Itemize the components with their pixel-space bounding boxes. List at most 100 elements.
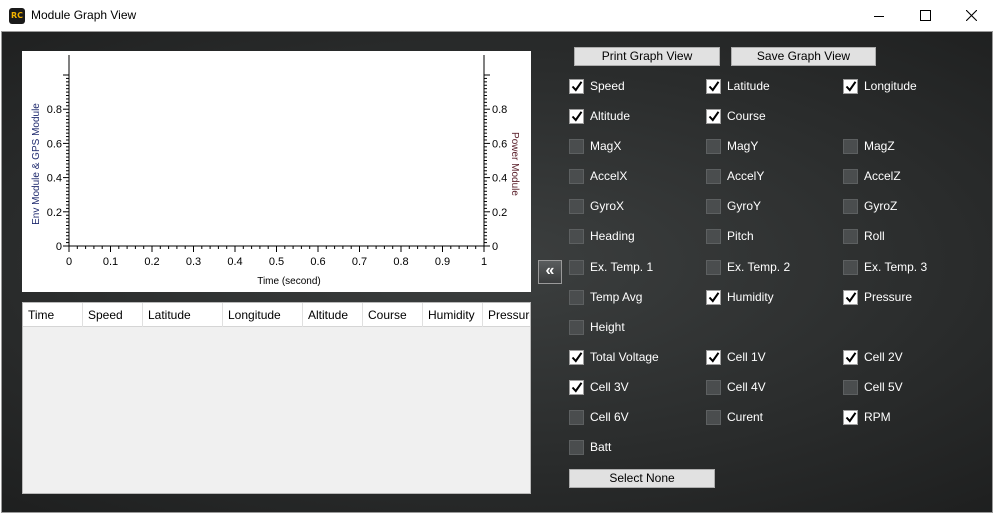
checkbox-cell-6v[interactable]: Cell 6V (569, 408, 629, 426)
checkbox-label: GyroY (727, 199, 762, 213)
checkbox-label: Roll (864, 229, 885, 243)
checkbox-empty-icon[interactable] (569, 198, 584, 214)
checkbox-cell-3v[interactable]: Cell 3V (569, 378, 629, 396)
main-panel: 0 0.1 0.2 0.3 0.4 0.5 0.6 0.7 0.8 0.9 1 0 0.2 0.4 0.6 0… (1, 31, 993, 513)
checkbox-gyrox[interactable]: GyroX (569, 197, 624, 215)
checkmark-icon[interactable] (569, 108, 584, 124)
checkbox-label: Course (727, 109, 766, 123)
checkbox-ex-temp-1[interactable]: Ex. Temp. 1 (569, 258, 653, 276)
checkmark-icon[interactable] (843, 409, 858, 425)
maximize-button[interactable] (902, 0, 948, 31)
checkbox-empty-icon[interactable] (569, 319, 584, 335)
column-header-speed[interactable]: Speed (83, 303, 143, 327)
checkbox-pitch[interactable]: Pitch (706, 227, 754, 245)
checkbox-gyroy[interactable]: GyroY (706, 197, 761, 215)
checkbox-curent[interactable]: Curent (706, 408, 763, 426)
print-graph-button[interactable]: Print Graph View (574, 47, 720, 66)
column-header-altitude[interactable]: Altitude (303, 303, 363, 327)
checkbox-empty-icon[interactable] (706, 228, 721, 244)
checkbox-pressure[interactable]: Pressure (843, 288, 912, 306)
checkmark-icon[interactable] (569, 78, 584, 94)
column-header-humidity[interactable]: Humidity (423, 303, 483, 327)
checkbox-ex-temp-2[interactable]: Ex. Temp. 2 (706, 258, 790, 276)
checkbox-longitude[interactable]: Longitude (843, 77, 917, 95)
checkbox-empty-icon[interactable] (706, 138, 721, 154)
checkbox-speed[interactable]: Speed (569, 77, 625, 95)
close-button[interactable] (948, 0, 994, 31)
checkbox-magz[interactable]: MagZ (843, 137, 895, 155)
checkbox-empty-icon[interactable] (843, 198, 858, 214)
column-header-latitude[interactable]: Latitude (143, 303, 223, 327)
checkbox-empty-icon[interactable] (706, 198, 721, 214)
checkbox-label: Temp Avg (590, 290, 643, 304)
checkbox-empty-icon[interactable] (843, 228, 858, 244)
checkbox-label: Heading (590, 229, 635, 243)
checkmark-icon[interactable] (843, 78, 858, 94)
checkbox-humidity[interactable]: Humidity (706, 288, 774, 306)
checkbox-cell-5v[interactable]: Cell 5V (843, 378, 903, 396)
save-graph-button[interactable]: Save Graph View (731, 47, 876, 66)
checkbox-label: Altitude (590, 109, 631, 123)
x-tick-label: 0.8 (393, 256, 408, 268)
checkbox-empty-icon[interactable] (843, 168, 858, 184)
checkbox-accely[interactable]: AccelY (706, 167, 764, 185)
checkbox-latitude[interactable]: Latitude (706, 77, 770, 95)
checkmark-icon[interactable] (569, 349, 584, 365)
checkbox-empty-icon[interactable] (706, 409, 721, 425)
checkbox-height[interactable]: Height (569, 318, 625, 336)
checkbox-magx[interactable]: MagX (569, 137, 621, 155)
checkbox-empty-icon[interactable] (569, 289, 584, 305)
checkbox-rpm[interactable]: RPM (843, 408, 891, 426)
checkbox-heading[interactable]: Heading (569, 227, 635, 245)
checkbox-gyroz[interactable]: GyroZ (843, 197, 897, 215)
checkmark-icon[interactable] (569, 379, 584, 395)
checkbox-cell-4v[interactable]: Cell 4V (706, 378, 766, 396)
checkmark-icon[interactable] (706, 108, 721, 124)
checkbox-empty-icon[interactable] (843, 259, 858, 275)
checkmark-icon[interactable] (706, 78, 721, 94)
y-left-tick-label: 0.2 (47, 207, 62, 219)
checkmark-icon[interactable] (843, 289, 858, 305)
checkbox-label: GyroX (590, 199, 625, 213)
checkbox-empty-icon[interactable] (569, 228, 584, 244)
checkbox-empty-icon[interactable] (569, 138, 584, 154)
checkbox-temp-avg[interactable]: Temp Avg (569, 288, 642, 306)
data-table[interactable]: Time Speed Latitude Longitude Altitude Course… (22, 302, 531, 494)
column-header-course[interactable]: Course (363, 303, 423, 327)
checkbox-cell-2v[interactable]: Cell 2V (843, 348, 903, 366)
checkbox-course[interactable]: Course (706, 107, 766, 125)
checkbox-label: Humidity (727, 290, 774, 304)
checkmark-icon[interactable] (706, 349, 721, 365)
checkbox-cell-1v[interactable]: Cell 1V (706, 348, 766, 366)
checkbox-empty-icon[interactable] (569, 409, 584, 425)
checkbox-empty-icon[interactable] (569, 439, 584, 455)
x-tick-label: 0.1 (103, 256, 118, 268)
minimize-button[interactable] (856, 0, 902, 31)
column-header-pressure[interactable]: Pressure (483, 303, 530, 327)
checkbox-empty-icon[interactable] (569, 259, 584, 275)
checkbox-total-voltage[interactable]: Total Voltage (569, 348, 659, 366)
checkbox-altitude[interactable]: Altitude (569, 107, 630, 125)
checkmark-icon[interactable] (706, 289, 721, 305)
y-right-tick-label: 0.2 (492, 207, 507, 219)
checkbox-label: Cell 3V (590, 380, 629, 394)
checkbox-accelz[interactable]: AccelZ (843, 167, 901, 185)
checkbox-magy[interactable]: MagY (706, 137, 758, 155)
checkbox-empty-icon[interactable] (843, 138, 858, 154)
checkbox-batt[interactable]: Batt (569, 438, 611, 456)
y-right-tick-label: 0.4 (492, 173, 507, 185)
column-header-longitude[interactable]: Longitude (223, 303, 303, 327)
column-header-time[interactable]: Time (23, 303, 83, 327)
checkbox-empty-icon[interactable] (843, 379, 858, 395)
checkbox-roll[interactable]: Roll (843, 227, 885, 245)
select-none-button[interactable]: Select None (569, 469, 715, 488)
checkbox-ex-temp-3[interactable]: Ex. Temp. 3 (843, 258, 927, 276)
checkbox-empty-icon[interactable] (706, 379, 721, 395)
checkbox-empty-icon[interactable] (706, 168, 721, 184)
checkbox-empty-icon[interactable] (706, 259, 721, 275)
x-tick-label: 1 (481, 256, 487, 268)
checkmark-icon[interactable] (843, 349, 858, 365)
collapse-panel-button[interactable]: « (538, 260, 562, 284)
checkbox-accelx[interactable]: AccelX (569, 167, 627, 185)
checkbox-empty-icon[interactable] (569, 168, 584, 184)
